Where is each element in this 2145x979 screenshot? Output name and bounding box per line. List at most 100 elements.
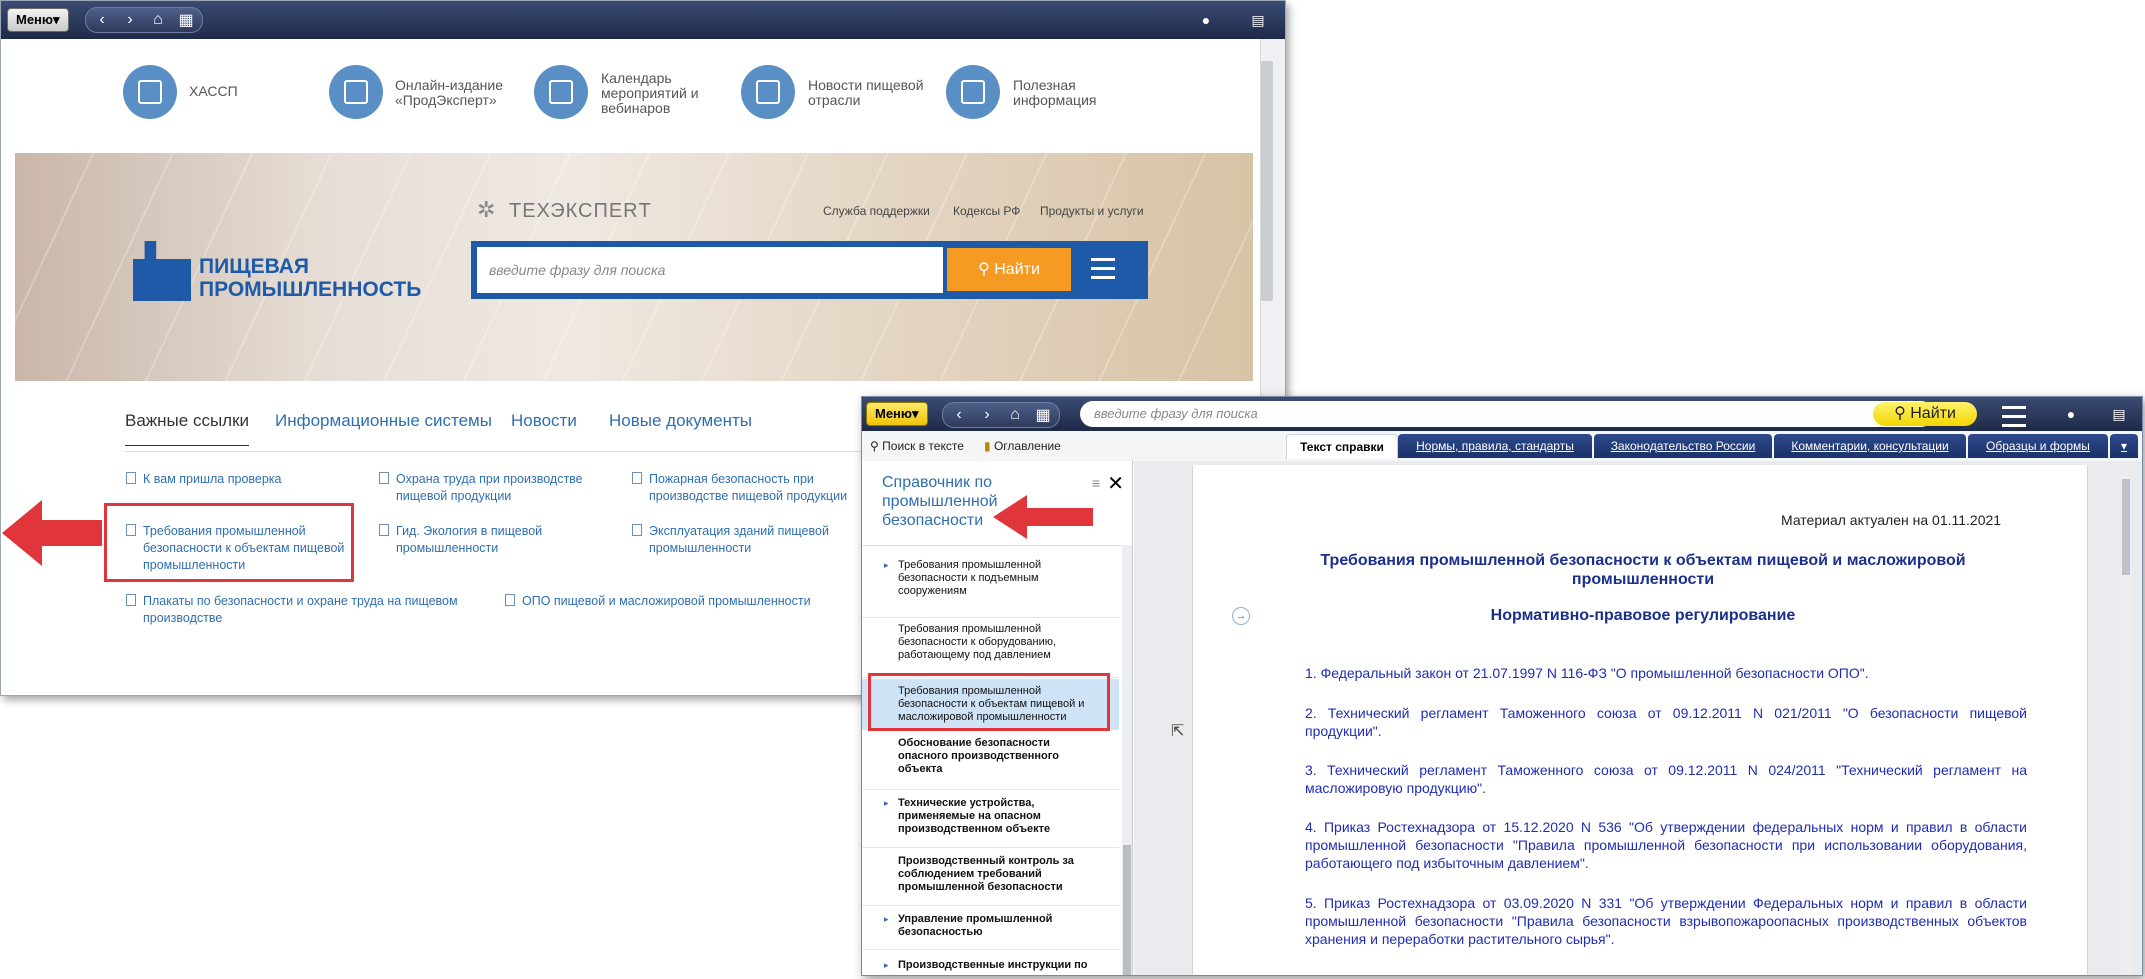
link-ecology-guide[interactable]: Гид. Экология в пищевой промышленности xyxy=(379,523,596,557)
quick-link-haccp[interactable]: ХАССП xyxy=(189,84,238,99)
search-icon: ⚲ xyxy=(1894,405,1911,422)
contents-button[interactable]: ▮ Оглавление xyxy=(984,439,1061,453)
link-labor-safety[interactable]: Охрана труда при производстве пищевой пр… xyxy=(379,471,596,505)
feedback-icon[interactable]: ▤ xyxy=(1247,9,1269,31)
link-opo[interactable]: ОПО пищевой и масложировой промышленност… xyxy=(505,593,862,610)
link-fire-safety[interactable]: Пожарная безопасность при производстве п… xyxy=(632,471,849,505)
actual-date: Материал актуален на 01.11.2021 xyxy=(1781,512,2002,528)
mouse-cursor-icon: ⇱ xyxy=(1171,723,1185,740)
reference-window: Меню▾ ‹ › ⌂ ▦ введите фразу для поиска ⚲… xyxy=(861,396,2143,976)
tabs-more-icon[interactable]: ▾ xyxy=(2110,434,2138,458)
apps-grid-icon[interactable]: ▦ xyxy=(1035,405,1051,425)
logo-line1: ПИЩЕВАЯ xyxy=(199,255,309,278)
products-link[interactable]: Продукты и услуги xyxy=(1040,204,1144,218)
tab-new-documents[interactable]: Новые документы xyxy=(609,411,752,431)
codes-link[interactable]: Кодексы РФ xyxy=(953,204,1020,218)
menu-button[interactable]: Меню▾ xyxy=(866,402,928,426)
tab-news[interactable]: Новости xyxy=(511,411,577,431)
menu-button[interactable]: Меню▾ xyxy=(7,8,69,32)
tree-item[interactable]: ▸ Требования промышленной безопасности к … xyxy=(862,559,1119,618)
doc-item[interactable]: 1. Федеральный закон от 21.07.1997 N 116… xyxy=(1305,664,2025,682)
info-arrow-icon[interactable]: → xyxy=(1232,607,1250,625)
link-inspection[interactable]: К вам пришла проверка xyxy=(126,471,363,488)
tech-logo-icon: ✲ xyxy=(477,197,496,222)
apps-grid-icon[interactable]: ▦ xyxy=(178,10,194,30)
doc-item[interactable]: 3. Технический регламент Таможенного сою… xyxy=(1305,761,2027,797)
document-icon xyxy=(126,594,136,606)
find-in-text[interactable]: ⚲ Поиск в тексте xyxy=(870,439,964,453)
document-icon xyxy=(505,594,515,606)
doc-search-input[interactable]: введите фразу для поиска xyxy=(1080,401,1934,427)
red-arrow-icon xyxy=(2,500,102,566)
document-scrollbar[interactable] xyxy=(2120,475,2132,975)
link-building-operation[interactable]: Эксплуатация зданий пищевой промышленнос… xyxy=(632,523,849,557)
hamburger-icon[interactable] xyxy=(1091,258,1115,280)
tree-item[interactable]: ▸ Технические устройства, применяемые на … xyxy=(862,793,1119,848)
document-icon xyxy=(126,472,136,484)
nav-group: ‹ › ⌂ ▦ xyxy=(942,402,1060,428)
doc-search-button[interactable]: ⚲ Найти xyxy=(1873,402,1977,426)
search-icon: ⚲ xyxy=(978,261,995,278)
quick-link-prodexpert[interactable]: Онлайн-издание «ПродЭксперт» xyxy=(395,78,525,108)
tab-legislation[interactable]: Законодательство России xyxy=(1594,434,1772,458)
logo-line2: ПРОМЫШЛЕННОСТЬ xyxy=(199,278,422,301)
window-toolbar: Меню▾ ‹ › ⌂ ▦ введите фразу для поиска ⚲… xyxy=(862,397,2142,431)
red-arrow-icon xyxy=(993,495,1093,539)
calendar-icon[interactable] xyxy=(534,65,588,119)
forward-icon[interactable]: › xyxy=(122,11,138,29)
doc-item[interactable]: 5. Приказ Ростехнадзора от 03.09.2020 N … xyxy=(1305,894,2027,948)
tab-norms[interactable]: Нормы, правила, стандарты xyxy=(1398,434,1592,458)
tab-info-systems[interactable]: Информационные системы xyxy=(275,411,492,431)
tab-important-links[interactable]: Важные ссылки xyxy=(125,411,250,446)
panel-menu-icon[interactable]: ≡ xyxy=(1092,475,1100,491)
useful-info-icon[interactable] xyxy=(946,65,1000,119)
portal-search-button[interactable]: ⚲ Найти xyxy=(947,248,1071,291)
portal-search-input[interactable]: введите фразу для поиска xyxy=(477,247,943,293)
document-icon xyxy=(379,524,389,536)
quick-link-calendar[interactable]: Календарь мероприятий и вебинаров xyxy=(601,71,711,116)
tree-item[interactable]: Требования промышленной безопасности к о… xyxy=(862,619,1119,678)
tab-samples[interactable]: Образцы и формы xyxy=(1968,434,2108,458)
document-area: ⇱ Материал актуален на 01.11.2021 Требов… xyxy=(1134,461,2142,975)
doc-subtitle: Нормативно-правовое регулирование xyxy=(1490,607,1796,624)
scrollbar[interactable] xyxy=(1261,61,1273,301)
back-icon[interactable]: ‹ xyxy=(951,406,967,424)
book-icon: ▮ xyxy=(984,439,991,453)
doc-item[interactable]: 4. Приказ Ростехнадзора от 15.12.2020 N … xyxy=(1305,818,2027,872)
tree-item[interactable]: ▸ Управление промышленной безопасностью xyxy=(862,909,1119,950)
highlight-box xyxy=(104,503,354,582)
back-icon[interactable]: ‹ xyxy=(94,11,110,29)
news-icon[interactable] xyxy=(741,65,795,119)
home-icon[interactable]: ⌂ xyxy=(1007,406,1023,424)
link-posters[interactable]: Плакаты по безопасности и охране труда н… xyxy=(126,593,483,627)
quick-link-news[interactable]: Новости пищевой отрасли xyxy=(808,78,938,108)
tech-logo: ТЕХЭКСПЕRТ xyxy=(509,200,652,222)
user-icon[interactable]: ● xyxy=(2060,403,2082,425)
doc-title: Требования промышленной безопасности к о… xyxy=(1320,552,1966,588)
tree-item[interactable]: Производственный контроль за соблюдением… xyxy=(862,851,1119,906)
tab-help-text[interactable]: Текст справки xyxy=(1286,434,1398,459)
close-icon[interactable]: ✕ xyxy=(1107,471,1124,496)
panel-scrollbar[interactable] xyxy=(1122,545,1132,975)
home-icon[interactable]: ⌂ xyxy=(150,11,166,29)
tree-item[interactable]: ▸ Производственные инструкции по xyxy=(862,955,1119,975)
online-edition-icon[interactable] xyxy=(329,65,383,119)
document-page: Материал актуален на 01.11.2021 Требован… xyxy=(1192,465,2088,975)
magnifier-icon: ⚲ xyxy=(870,439,879,453)
tab-comments[interactable]: Комментарии, консультации xyxy=(1774,434,1966,458)
find-label: Найти xyxy=(1910,405,1956,422)
document-icon xyxy=(632,524,642,536)
quick-link-useful[interactable]: Полезная информация xyxy=(1013,78,1123,108)
support-link[interactable]: Служба поддержки xyxy=(823,204,930,218)
nav-group: ‹ › ⌂ ▦ xyxy=(85,7,203,33)
portal-search: введите фразу для поиска ⚲ Найти xyxy=(471,241,1148,299)
tree-item[interactable]: Обоснование безопасности опасного произв… xyxy=(862,735,1119,790)
haccp-icon[interactable] xyxy=(123,65,177,119)
hamburger-icon[interactable] xyxy=(2002,406,2026,428)
user-icon[interactable]: ● xyxy=(1195,9,1217,31)
window-toolbar: Меню▾ ‹ › ⌂ ▦ ● ▤ xyxy=(1,1,1285,39)
document-icon xyxy=(632,472,642,484)
doc-item[interactable]: 2. Технический регламент Таможенного сою… xyxy=(1305,704,2027,740)
feedback-icon[interactable]: ▤ xyxy=(2108,403,2130,425)
forward-icon[interactable]: › xyxy=(979,406,995,424)
